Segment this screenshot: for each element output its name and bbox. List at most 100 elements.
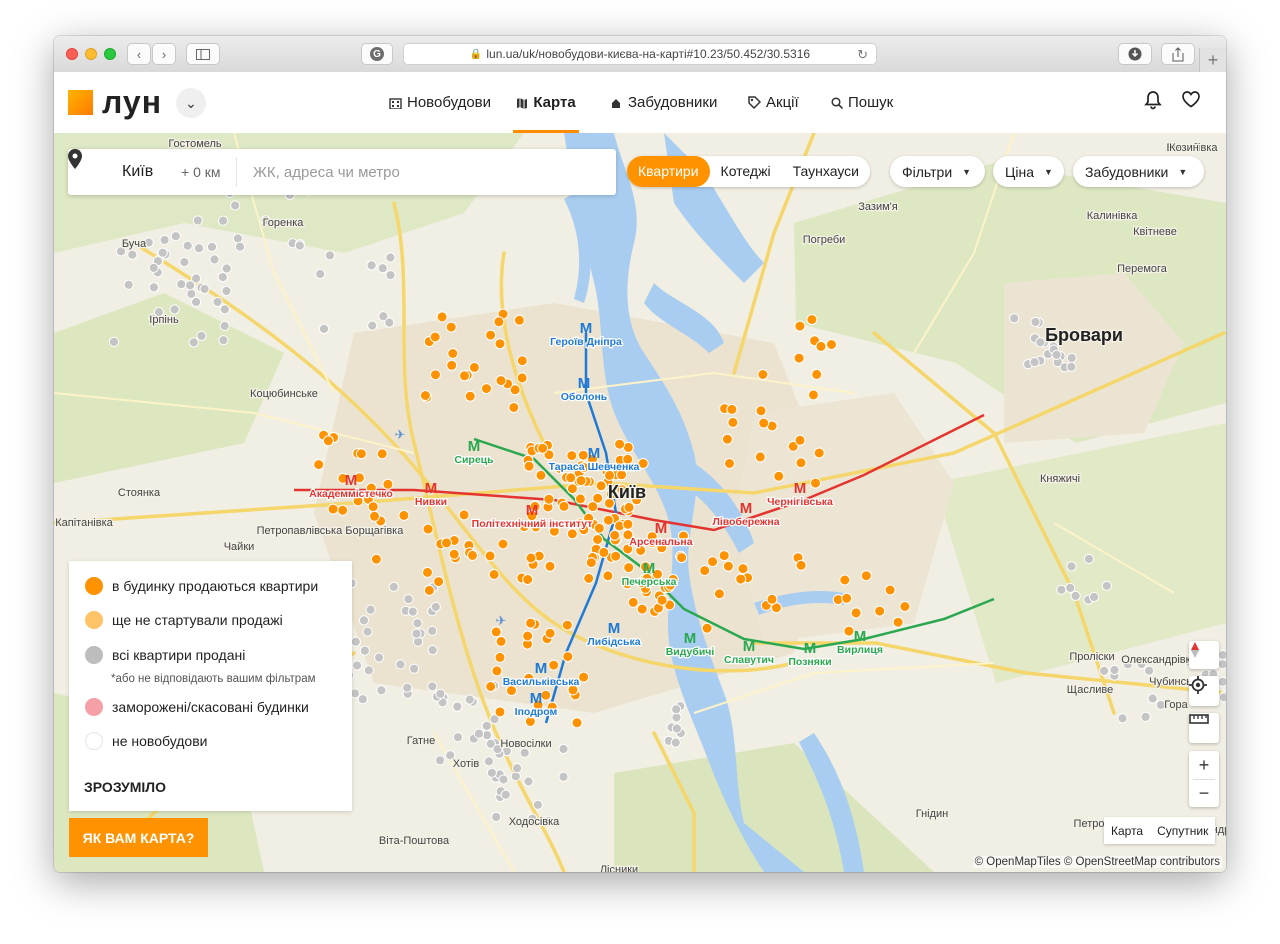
sold-building-marker[interactable] xyxy=(1117,713,1128,724)
sold-building-marker[interactable] xyxy=(1217,659,1226,670)
on-sale-building-marker[interactable] xyxy=(494,651,506,663)
on-sale-building-marker[interactable] xyxy=(623,562,635,574)
on-sale-building-marker[interactable] xyxy=(860,570,872,582)
sold-building-marker[interactable] xyxy=(481,720,492,732)
measure-button[interactable] xyxy=(1189,713,1219,743)
sold-building-marker[interactable] xyxy=(558,743,569,755)
on-sale-building-marker[interactable] xyxy=(565,472,577,484)
sold-building-marker[interactable] xyxy=(182,240,193,251)
new-tab-button[interactable]: + xyxy=(1199,48,1226,72)
favorites-button[interactable] xyxy=(1181,90,1201,114)
sold-building-marker[interactable] xyxy=(362,626,373,637)
nav-karta[interactable]: Карта xyxy=(513,72,579,133)
sold-building-marker[interactable] xyxy=(186,288,197,299)
on-sale-building-marker[interactable] xyxy=(575,475,587,487)
on-sale-building-marker[interactable] xyxy=(574,493,586,505)
on-sale-building-marker[interactable] xyxy=(369,510,380,522)
on-sale-building-marker[interactable] xyxy=(433,576,445,588)
on-sale-building-marker[interactable] xyxy=(313,459,325,471)
on-sale-building-marker[interactable] xyxy=(423,584,435,596)
on-sale-building-marker[interactable] xyxy=(656,594,668,606)
sold-building-marker[interactable] xyxy=(148,282,160,293)
type-cottages-button[interactable]: Котеджі xyxy=(710,156,782,187)
on-sale-building-marker[interactable] xyxy=(815,340,827,352)
on-sale-building-marker[interactable] xyxy=(525,617,537,629)
sold-building-marker[interactable] xyxy=(523,776,534,787)
on-sale-building-marker[interactable] xyxy=(602,514,614,526)
nav-zabudovnyky[interactable]: Забудовники xyxy=(609,72,717,133)
on-sale-building-marker[interactable] xyxy=(544,560,556,572)
map-type-map-button[interactable]: Карта xyxy=(1104,824,1150,838)
sold-building-marker[interactable] xyxy=(315,268,326,280)
address-bar[interactable]: 🔒 lun.ua/uk/новобудови-києва-на-карті#10… xyxy=(403,43,877,65)
sold-building-marker[interactable] xyxy=(512,763,523,774)
nav-aktsii[interactable]: Акції xyxy=(748,72,799,133)
on-sale-building-marker[interactable] xyxy=(722,560,734,572)
city-selector[interactable]: Київ xyxy=(122,163,153,181)
on-sale-building-marker[interactable] xyxy=(795,559,807,571)
on-sale-building-marker[interactable] xyxy=(610,550,622,562)
sold-building-marker[interactable] xyxy=(218,335,229,346)
sold-building-marker[interactable] xyxy=(179,257,190,268)
on-sale-building-marker[interactable] xyxy=(811,368,823,380)
sold-building-marker[interactable] xyxy=(148,262,159,273)
on-sale-building-marker[interactable] xyxy=(523,460,535,472)
developers-dropdown[interactable]: Забудовники ▼ xyxy=(1073,156,1204,187)
sold-building-marker[interactable] xyxy=(218,215,229,226)
sold-building-marker[interactable] xyxy=(670,737,681,748)
on-sale-building-marker[interactable] xyxy=(516,355,528,367)
on-sale-building-marker[interactable] xyxy=(899,601,911,612)
sold-building-marker[interactable] xyxy=(1217,676,1226,687)
on-sale-building-marker[interactable] xyxy=(793,352,805,364)
on-sale-building-marker[interactable] xyxy=(445,321,457,333)
on-sale-building-marker[interactable] xyxy=(491,665,503,677)
sold-building-marker[interactable] xyxy=(1035,337,1046,348)
sold-building-marker[interactable] xyxy=(377,263,388,274)
sold-building-marker[interactable] xyxy=(395,659,406,670)
on-sale-building-marker[interactable] xyxy=(537,442,549,454)
sold-building-marker[interactable] xyxy=(217,272,228,283)
sold-building-marker[interactable] xyxy=(385,252,396,263)
on-sale-building-marker[interactable] xyxy=(699,565,711,577)
on-sale-building-marker[interactable] xyxy=(422,523,434,535)
on-sale-building-marker[interactable] xyxy=(773,470,785,482)
minimize-window-button[interactable] xyxy=(85,48,97,60)
sold-building-marker[interactable] xyxy=(409,663,420,674)
on-sale-building-marker[interactable] xyxy=(598,546,610,558)
sold-building-marker[interactable] xyxy=(1029,357,1040,368)
on-sale-building-marker[interactable] xyxy=(727,416,739,428)
sold-building-marker[interactable] xyxy=(486,767,497,778)
sold-building-marker[interactable] xyxy=(558,771,569,782)
downloads-button[interactable] xyxy=(1118,43,1152,65)
type-townhouses-button[interactable]: Таунхауси xyxy=(782,156,870,187)
sold-building-marker[interactable] xyxy=(427,645,438,656)
sold-building-marker[interactable] xyxy=(403,594,414,605)
on-sale-building-marker[interactable] xyxy=(448,548,460,560)
compass-button[interactable] xyxy=(1189,641,1219,669)
sold-building-marker[interactable] xyxy=(318,323,330,334)
sold-building-marker[interactable] xyxy=(192,215,203,226)
sold-building-marker[interactable] xyxy=(411,628,422,639)
on-sale-building-marker[interactable] xyxy=(522,574,534,585)
on-sale-building-marker[interactable] xyxy=(468,361,480,373)
sold-building-marker[interactable] xyxy=(671,704,682,715)
on-sale-building-marker[interactable] xyxy=(419,390,431,401)
on-sale-building-marker[interactable] xyxy=(436,311,448,323)
sold-building-marker[interactable] xyxy=(402,682,413,693)
on-sale-building-marker[interactable] xyxy=(850,607,862,619)
on-sale-building-marker[interactable] xyxy=(713,588,725,600)
on-sale-building-marker[interactable] xyxy=(754,451,766,463)
zoom-out-button[interactable]: − xyxy=(1199,780,1210,807)
extension-button[interactable]: G xyxy=(361,43,393,65)
sold-building-marker[interactable] xyxy=(1144,665,1155,676)
sold-building-marker[interactable] xyxy=(219,304,230,315)
on-sale-building-marker[interactable] xyxy=(485,681,497,692)
sold-building-marker[interactable] xyxy=(481,730,493,741)
lun-logo-icon[interactable] xyxy=(68,90,93,115)
on-sale-building-marker[interactable] xyxy=(623,501,635,513)
on-sale-building-marker[interactable] xyxy=(337,504,349,516)
on-sale-building-marker[interactable] xyxy=(724,458,735,469)
sold-building-marker[interactable] xyxy=(491,811,502,823)
on-sale-building-marker[interactable] xyxy=(493,316,505,328)
on-sale-building-marker[interactable] xyxy=(766,593,778,605)
